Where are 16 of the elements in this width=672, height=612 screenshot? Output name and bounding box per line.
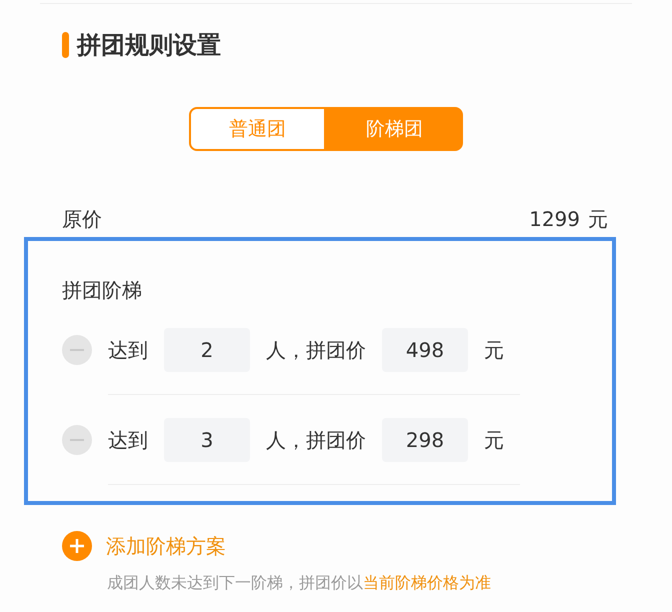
section-title: 拼团规则设置 [77,30,221,61]
currency-unit: 元 [484,426,504,454]
price-field[interactable]: 498 [382,328,468,372]
tiers-title: 拼团阶梯 [62,277,143,304]
people-field[interactable]: 2 [164,328,250,372]
original-price-value: 1299 [529,206,580,233]
tier-price-label: 人，拼团价 [266,336,366,364]
tier-price-label: 人，拼团价 [266,426,366,454]
people-field[interactable]: 3 [164,418,250,462]
currency-unit: 元 [484,336,504,364]
currency-unit: 元 [588,206,608,233]
tier-prefix: 达到 [108,336,148,364]
tier-note: 成团人数未达到下一阶梯，拼团价以当前阶梯价格为准 [107,572,492,594]
tier-prefix: 达到 [108,426,148,454]
price-field[interactable]: 298 [382,418,468,462]
original-price-label: 原价 [62,206,102,233]
